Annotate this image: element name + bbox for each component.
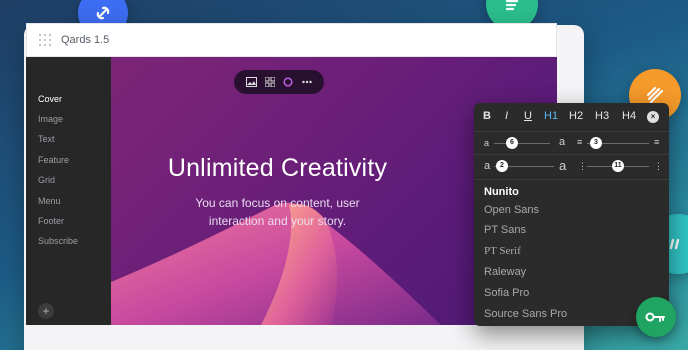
sidebar-item-menu[interactable]: Menu <box>38 196 61 206</box>
font-size-slider-track[interactable] <box>494 143 550 144</box>
line-height-slider-knob[interactable]: 3 <box>590 137 602 149</box>
heading-1-button[interactable]: H1 <box>544 110 558 122</box>
panel-divider <box>474 131 669 132</box>
hero-subtitle-line-1: You can focus on content, user <box>195 196 360 210</box>
image-icon[interactable] <box>244 75 258 89</box>
sidebar-item-grid[interactable]: Grid <box>38 175 55 185</box>
apps-grid-icon[interactable] <box>39 34 51 46</box>
sidebar-item-cover[interactable]: Cover <box>38 94 62 104</box>
color-circle-icon[interactable] <box>281 75 295 89</box>
font-option-pt-serif[interactable]: PT Serif <box>484 245 521 257</box>
sidebar-item-image[interactable]: Image <box>38 114 63 124</box>
heading-2-button[interactable]: H2 <box>569 110 583 122</box>
font-option-pt-sans[interactable]: PT Sans <box>484 224 526 236</box>
font-option-raleway[interactable]: Raleway <box>484 266 526 278</box>
font-option-open-sans[interactable]: Open Sans <box>484 204 539 216</box>
hero-title: Unlimited Creativity <box>167 154 388 182</box>
font-option-source-sans-pro[interactable]: Source Sans Pro <box>484 308 567 320</box>
italic-button[interactable]: I <box>505 110 508 122</box>
app-title: Qards 1.5 <box>61 34 110 46</box>
text-format-panel: B I U H1 H2 H3 H4 × a 6 a ≡ 3 ≡ a 2 a ⋮ … <box>474 103 669 326</box>
line-height-small-label: ≡ <box>577 137 583 147</box>
heading-3-button[interactable]: H3 <box>595 110 609 122</box>
heading-4-button[interactable]: H4 <box>622 110 636 122</box>
add-section-button[interactable]: + <box>38 303 54 319</box>
sidebar-item-subscribe[interactable]: Subscribe <box>38 236 78 246</box>
underline-button[interactable]: U <box>524 110 532 122</box>
grid-icon[interactable] <box>263 75 277 89</box>
sidebar-item-text[interactable]: Text <box>38 134 55 144</box>
title-bar: Qards 1.5 <box>26 23 557 57</box>
bold-button[interactable]: B <box>483 110 491 122</box>
block-toolbar <box>234 70 324 94</box>
panel-divider <box>474 179 669 180</box>
panel-divider <box>474 154 669 155</box>
sidebar-item-feature[interactable]: Feature <box>38 155 69 165</box>
font-size-large-label: a <box>559 136 566 148</box>
paragraph-spacing-small-label: ⋮ <box>578 161 587 171</box>
font-size-small-label: a <box>484 138 490 148</box>
format-toolbar: B I U H1 H2 H3 H4 × <box>474 110 669 126</box>
letter-spacing-small-label: a <box>484 160 491 172</box>
hero-subtitle-line-2: interaction and your story. <box>208 214 347 228</box>
letter-spacing-large-label: a <box>559 158 567 173</box>
more-icon[interactable] <box>300 75 314 89</box>
key-bubble-icon[interactable] <box>636 297 676 337</box>
sidebar: Cover Image Text Feature Grid Menu Foote… <box>26 57 111 325</box>
sidebar-item-footer[interactable]: Footer <box>38 216 64 226</box>
line-height-large-label: ≡ <box>654 137 660 147</box>
paragraph-spacing-large-label: ⋮ <box>654 161 663 171</box>
paragraph-spacing-slider-knob[interactable]: 11 <box>612 160 624 172</box>
font-option-sofia-pro[interactable]: Sofia Pro <box>484 287 529 299</box>
font-option-nunito[interactable]: Nunito <box>484 186 519 198</box>
letter-spacing-slider-knob[interactable]: 2 <box>496 160 508 172</box>
close-panel-button[interactable]: × <box>647 111 659 123</box>
hero-subtitle: You can focus on content, user interacti… <box>111 194 444 230</box>
font-size-slider-knob[interactable]: 6 <box>506 137 518 149</box>
